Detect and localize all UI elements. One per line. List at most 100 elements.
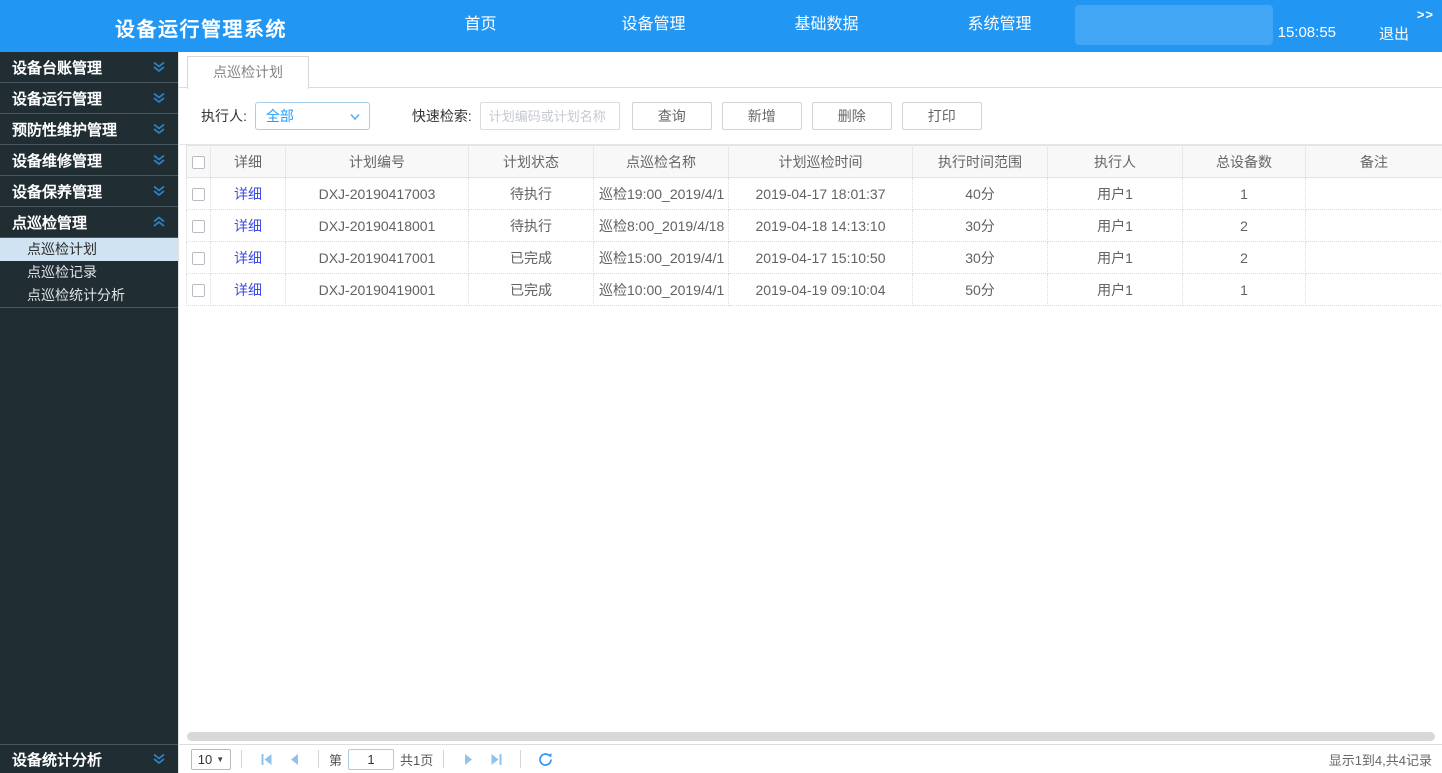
sidebar-group-inspection[interactable]: 点巡检管理 bbox=[0, 207, 178, 238]
row-checkbox[interactable] bbox=[192, 220, 205, 234]
cell-duration: 50分 bbox=[912, 273, 1048, 306]
chevron-double-down-icon bbox=[153, 123, 165, 135]
detail-link[interactable]: 详细 bbox=[234, 282, 262, 298]
sidebar-group-statistics[interactable]: 设备统计分析 bbox=[0, 744, 178, 773]
executor-select[interactable]: 全部 bbox=[254, 102, 370, 130]
tab-inspection-plan[interactable]: 点巡检计划 bbox=[187, 56, 309, 89]
caret-down-icon: ▼ bbox=[216, 754, 225, 764]
refresh-icon bbox=[538, 752, 552, 766]
sidebar-item-inspection-record[interactable]: 点巡检记录 bbox=[0, 261, 178, 284]
chevron-double-down-icon bbox=[153, 154, 165, 166]
cell-remark bbox=[1305, 177, 1442, 210]
quick-search-label: 快速检索: bbox=[411, 108, 472, 124]
cell-remark bbox=[1305, 273, 1442, 306]
cell-status: 已完成 bbox=[468, 273, 594, 306]
main-content: 点巡检计划 执行人: 全部 快速检索: 查询 新增 删除 打印 详细 计划编号 … bbox=[178, 52, 1442, 773]
select-all-checkbox[interactable] bbox=[192, 156, 205, 170]
cell-name: 巡检8:00_2019/4/18 bbox=[593, 209, 729, 242]
sidebar-group-ledger[interactable]: 设备台账管理 bbox=[0, 52, 178, 83]
record-summary: 显示1到4,共4记录 bbox=[1328, 752, 1432, 768]
col-duration: 执行时间范围 bbox=[912, 145, 1048, 178]
sidebar-submenu-inspection: 点巡检计划 点巡检记录 点巡检统计分析 bbox=[0, 238, 178, 308]
row-checkbox[interactable] bbox=[192, 188, 205, 202]
cell-status: 待执行 bbox=[468, 209, 594, 242]
page-size-select[interactable]: 10 ▼ bbox=[191, 748, 231, 770]
cell-executor: 用户1 bbox=[1047, 273, 1183, 306]
pager-divider bbox=[241, 750, 242, 768]
nav-item-equipment[interactable]: 设备管理 bbox=[567, 0, 740, 52]
sidebar-group-label: 设备维修管理 bbox=[12, 152, 103, 170]
col-executor: 执行人 bbox=[1047, 145, 1183, 178]
sidebar-group-label: 设备台账管理 bbox=[12, 59, 103, 77]
logout-button[interactable]: 退出 bbox=[1379, 23, 1409, 44]
clock-text: 15:08:55 bbox=[1277, 24, 1336, 41]
prev-page-button[interactable] bbox=[280, 749, 308, 769]
page-size-value: 10 bbox=[197, 751, 213, 767]
chevron-double-down-icon bbox=[153, 92, 165, 104]
sidebar-group-label: 预防性维护管理 bbox=[12, 121, 118, 139]
table-row: 详细 DXJ-20190419001 已完成 巡检10:00_2019/4/1 … bbox=[186, 273, 1442, 306]
chevron-double-down-icon bbox=[153, 753, 165, 765]
cell-remark bbox=[1305, 209, 1442, 242]
sidebar-group-preventive[interactable]: 预防性维护管理 bbox=[0, 114, 178, 145]
detail-link[interactable]: 详细 bbox=[234, 250, 262, 266]
refresh-button[interactable] bbox=[531, 749, 559, 769]
horizontal-scrollbar[interactable] bbox=[187, 732, 1435, 741]
sidebar-group-label: 设备统计分析 bbox=[12, 751, 103, 769]
detail-link[interactable]: 详细 bbox=[234, 218, 262, 234]
table-row: 详细 DXJ-20190417001 已完成 巡检15:00_2019/4/1 … bbox=[186, 241, 1442, 274]
current-page-input[interactable] bbox=[348, 748, 395, 770]
col-name: 点巡检名称 bbox=[593, 145, 729, 178]
table-row: 详细 DXJ-20190418001 待执行 巡检8:00_2019/4/18 … bbox=[186, 209, 1442, 242]
next-page-button[interactable] bbox=[454, 749, 482, 769]
row-checkbox[interactable] bbox=[192, 284, 205, 298]
header-highlight-panel bbox=[1075, 5, 1273, 45]
sidebar-group-repair[interactable]: 设备维修管理 bbox=[0, 145, 178, 176]
sidebar-item-inspection-stats[interactable]: 点巡检统计分析 bbox=[0, 284, 178, 307]
detail-link[interactable]: 详细 bbox=[234, 186, 262, 202]
sidebar-item-inspection-plan[interactable]: 点巡检计划 bbox=[0, 238, 178, 261]
sidebar-group-maintenance[interactable]: 设备保养管理 bbox=[0, 176, 178, 207]
last-page-icon bbox=[491, 753, 502, 765]
last-page-button[interactable] bbox=[482, 749, 510, 769]
first-page-icon bbox=[261, 753, 271, 765]
chevron-double-down-icon bbox=[153, 61, 165, 73]
table-header-row: 详细 计划编号 计划状态 点巡检名称 计划巡检时间 执行时间范围 执行人 总设备… bbox=[186, 145, 1442, 178]
col-device-count: 总设备数 bbox=[1182, 145, 1306, 178]
cell-device-count: 2 bbox=[1182, 209, 1306, 242]
col-remark: 备注 bbox=[1305, 145, 1442, 178]
row-checkbox[interactable] bbox=[192, 252, 205, 266]
print-button[interactable]: 打印 bbox=[901, 102, 982, 130]
delete-button[interactable]: 删除 bbox=[811, 102, 892, 130]
nav-item-system[interactable]: 系统管理 bbox=[913, 0, 1086, 52]
cell-plan-time: 2019-04-17 15:10:50 bbox=[728, 241, 913, 274]
cell-device-count: 1 bbox=[1182, 177, 1306, 210]
query-button[interactable]: 查询 bbox=[631, 102, 712, 130]
sidebar-group-operation[interactable]: 设备运行管理 bbox=[0, 83, 178, 114]
nav-item-home[interactable]: 首页 bbox=[394, 0, 567, 52]
cell-executor: 用户1 bbox=[1047, 241, 1183, 274]
quick-search-input[interactable] bbox=[479, 102, 620, 130]
chevron-down-icon bbox=[350, 113, 360, 121]
app-title: 设备运行管理系统 bbox=[115, 19, 287, 41]
cell-executor: 用户1 bbox=[1047, 209, 1183, 242]
cell-plan-no: DXJ-20190419001 bbox=[285, 273, 469, 306]
prev-page-icon bbox=[290, 753, 298, 765]
col-status: 计划状态 bbox=[468, 145, 594, 178]
chevron-double-up-icon bbox=[153, 216, 165, 227]
cell-remark bbox=[1305, 241, 1442, 274]
add-button[interactable]: 新增 bbox=[721, 102, 802, 130]
sidebar-menu: 设备台账管理 设备运行管理 预防性维护管理 设备维修管理 设备保养管理 点巡检管… bbox=[0, 52, 178, 773]
sidebar-group-label: 设备保养管理 bbox=[12, 183, 103, 201]
sidebar-group-label: 设备运行管理 bbox=[12, 90, 103, 108]
top-header-bar: 设备运行管理系统 首页 设备管理 基础数据 系统管理 15:08:55 退出 >… bbox=[0, 0, 1442, 52]
pager-divider bbox=[318, 750, 319, 768]
nav-item-basedata[interactable]: 基础数据 bbox=[740, 0, 913, 52]
executor-select-value: 全部 bbox=[265, 108, 294, 124]
cell-name: 巡检10:00_2019/4/1 bbox=[593, 273, 729, 306]
filter-toolbar: 执行人: 全部 快速检索: 查询 新增 删除 打印 bbox=[179, 88, 1442, 145]
collapse-arrows-icon[interactable]: >> bbox=[1417, 7, 1434, 22]
first-page-button[interactable] bbox=[252, 749, 280, 769]
sidebar-group-label: 点巡检管理 bbox=[12, 214, 88, 232]
cell-duration: 40分 bbox=[912, 177, 1048, 210]
